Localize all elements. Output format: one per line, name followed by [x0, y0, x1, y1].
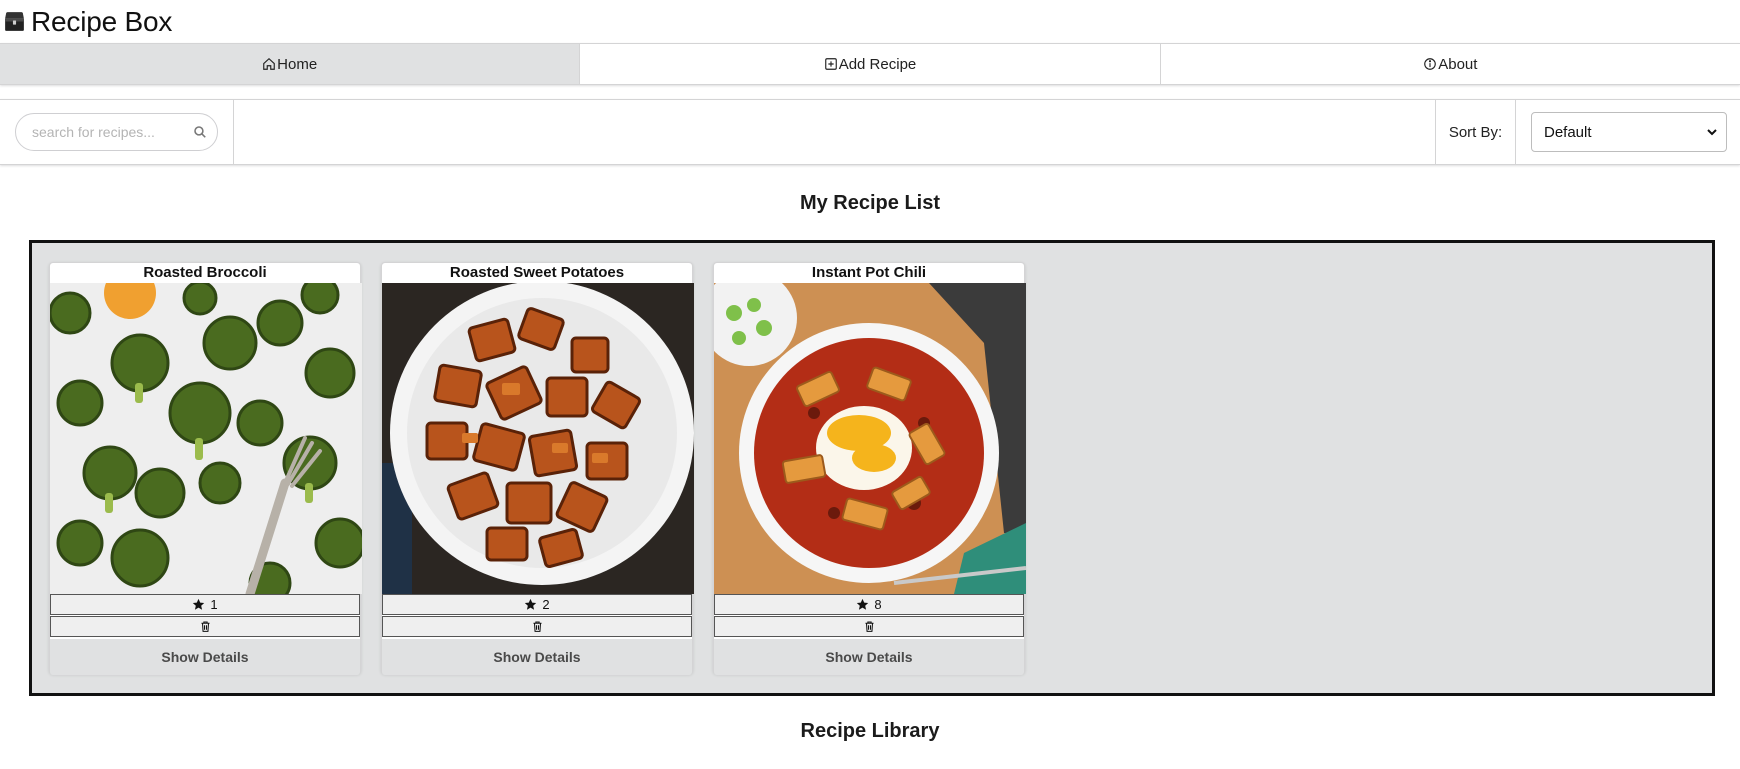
- tab-add-recipe-label: Add Recipe: [838, 55, 917, 73]
- recipe-list: Roasted Broccoli 1 Show Details Roasted …: [29, 240, 1715, 696]
- main-nav: Home Add Recipe About: [0, 43, 1740, 85]
- sort-select-value: Default: [1544, 123, 1592, 141]
- tab-about[interactable]: About: [1161, 44, 1740, 84]
- app-title: Recipe Box: [31, 5, 173, 37]
- star-icon: [525, 598, 537, 610]
- recipe-image-chili[interactable]: [714, 283, 1026, 594]
- home-icon: [263, 57, 275, 70]
- tab-home[interactable]: Home: [0, 44, 581, 84]
- plus-square-icon: [824, 58, 837, 70]
- show-details-button[interactable]: Show Details: [714, 639, 1024, 675]
- recipe-title: Instant Pot Chili: [811, 264, 927, 281]
- trash-icon: [200, 621, 210, 632]
- show-details-button[interactable]: Show Details: [50, 639, 360, 675]
- delete-button[interactable]: [50, 616, 360, 637]
- rating-value: 2: [542, 597, 550, 612]
- rating-button[interactable]: 8: [714, 594, 1024, 615]
- recipe-image-broccoli[interactable]: [50, 283, 362, 594]
- app-header: Recipe Box: [0, 0, 1740, 43]
- delete-button[interactable]: [382, 616, 692, 637]
- tab-home-label: Home: [277, 55, 318, 73]
- recipe-card[interactable]: Roasted Sweet Potatoes 2 Show Details: [381, 262, 694, 675]
- rating-value: 8: [874, 597, 882, 612]
- recipe-title: Roasted Broccoli: [143, 264, 267, 281]
- sort-label: Sort By:: [1435, 100, 1516, 164]
- recipe-image-sweet-potatoes[interactable]: [382, 283, 694, 594]
- chevron-down-icon: [1707, 129, 1717, 136]
- search-icon[interactable]: [193, 125, 207, 139]
- show-details-button[interactable]: Show Details: [382, 639, 692, 675]
- search-box: [15, 113, 218, 151]
- tab-about-label: About: [1438, 55, 1478, 73]
- recipe-card[interactable]: Instant Pot Chili 8 Show Details: [713, 262, 1026, 675]
- info-circle-icon: [1424, 58, 1437, 70]
- delete-button[interactable]: [714, 616, 1024, 637]
- recipe-box-chest-icon: [5, 12, 24, 31]
- rating-button[interactable]: 2: [382, 594, 692, 615]
- tab-add-recipe[interactable]: Add Recipe: [580, 44, 1161, 84]
- search-input[interactable]: [30, 123, 193, 141]
- toolbar: Sort By: Default: [0, 99, 1740, 165]
- recipe-library-heading: Recipe Library: [800, 720, 940, 742]
- recipe-card[interactable]: Roasted Broccoli 1 Show Details: [49, 262, 362, 675]
- star-icon: [857, 598, 869, 610]
- search-cell: [0, 100, 234, 164]
- trash-icon: [532, 621, 542, 632]
- star-icon: [193, 598, 205, 610]
- rating-button[interactable]: 1: [50, 594, 360, 615]
- my-recipe-list-heading: My Recipe List: [799, 192, 941, 214]
- sort-select-cell: Default: [1516, 100, 1740, 164]
- rating-value: 1: [210, 597, 218, 612]
- trash-icon: [864, 621, 874, 632]
- sort-select[interactable]: Default: [1531, 112, 1727, 152]
- recipe-title: Roasted Sweet Potatoes: [449, 264, 625, 281]
